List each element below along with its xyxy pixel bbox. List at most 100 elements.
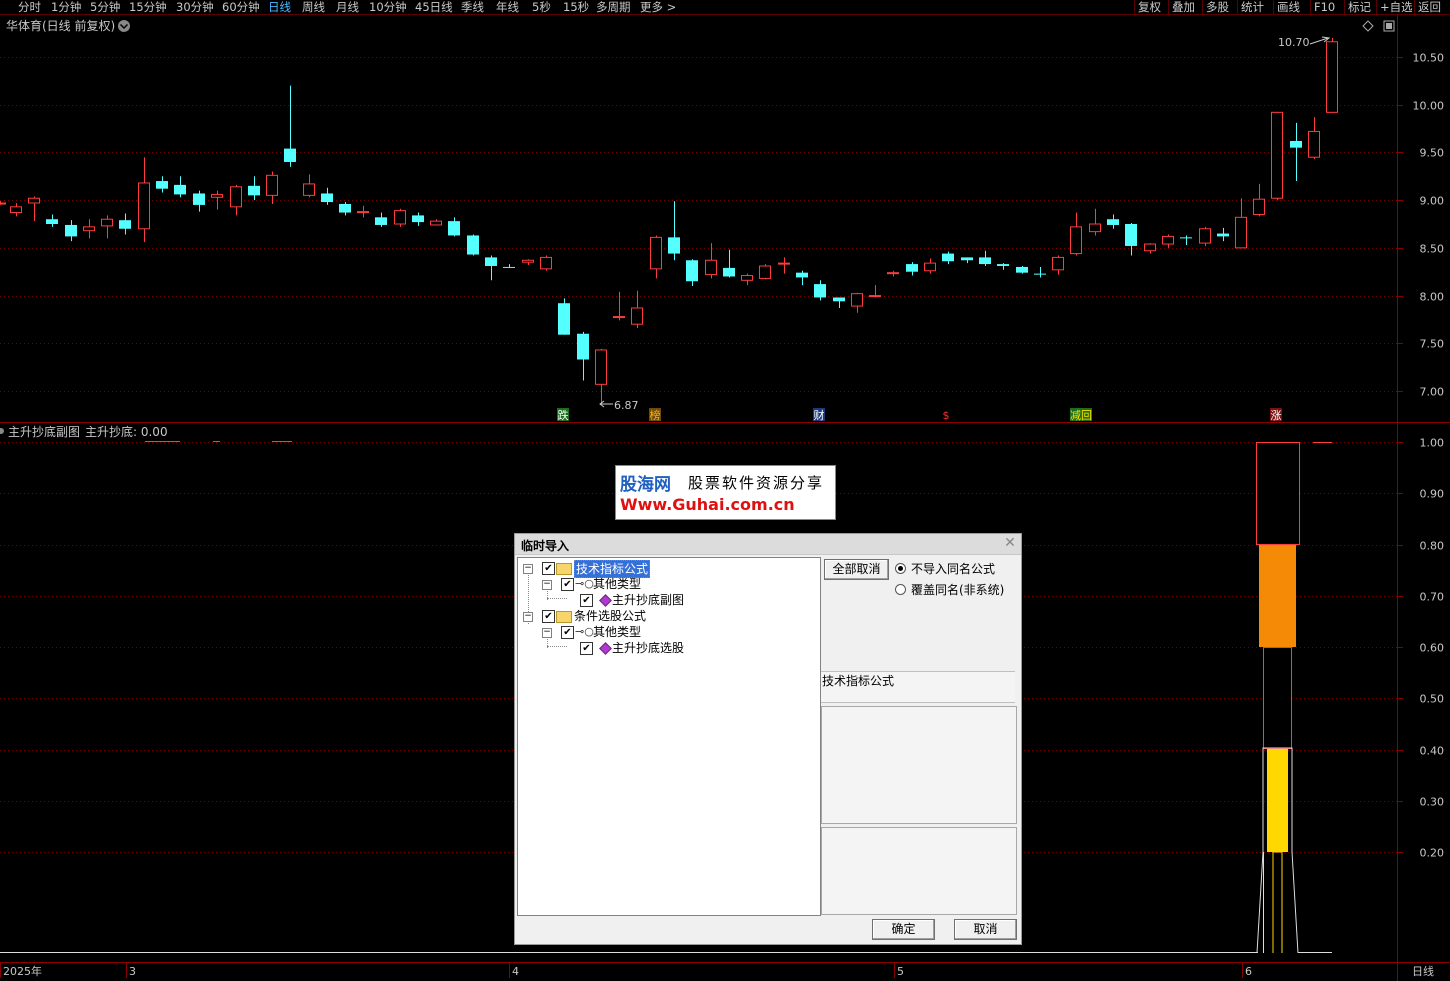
candle[interactable] [942,251,954,265]
period-tab[interactable]: 30分钟 [176,0,214,14]
candle[interactable] [522,259,534,266]
period-tab[interactable]: 1分钟 [51,0,81,14]
tree-node[interactable]: − ✔ ⊸○ 其他类型 [518,576,818,592]
candle[interactable] [1107,214,1119,229]
formula-tree[interactable]: − ✔ 技术指标公式 − ✔ ⊸○ 其他类型 ✔ 主升抄底副图 − ✔ 条件选股公式 − ✔ ⊸○ 其他类型 ✔… [517,557,821,916]
overwrite-radio[interactable] [895,584,906,595]
candle[interactable] [65,220,77,242]
period-tab[interactable]: 周线 [302,0,325,14]
candle[interactable] [138,157,150,243]
toolbar-button[interactable]: F10 [1314,0,1335,14]
candle[interactable] [1070,212,1082,256]
collapse-icon[interactable]: − [523,612,533,622]
period-tab[interactable]: 月线 [336,0,359,14]
candle[interactable] [394,208,406,227]
event-marker[interactable]: 财 [813,408,825,422]
period-tab[interactable]: 45日线 [415,0,453,14]
candle[interactable] [924,258,936,274]
toolbar-button[interactable]: 叠加 [1172,0,1195,14]
candle[interactable] [595,349,607,404]
candle[interactable] [357,205,369,218]
candle[interactable] [814,280,826,301]
candle[interactable] [833,297,845,308]
period-tab[interactable]: 季线 [461,0,484,14]
candle[interactable] [503,264,515,268]
candle[interactable] [1271,111,1283,201]
period-tab[interactable]: 5秒 [532,0,551,14]
candle[interactable] [174,176,186,198]
candle[interactable] [10,203,22,217]
candle[interactable] [430,219,442,226]
collapse-icon[interactable]: − [542,580,552,590]
candle[interactable] [961,257,973,264]
candle[interactable] [339,202,351,216]
tree-node[interactable]: − ✔ 条件选股公式 [518,608,818,624]
no-import-radio[interactable] [895,563,906,574]
candle[interactable] [759,264,771,280]
candle[interactable] [540,255,552,271]
expand-icon[interactable] [1383,20,1395,32]
candle[interactable] [284,85,296,167]
period-tab[interactable]: 多周期 [596,0,631,14]
candle[interactable] [1235,198,1247,249]
candle[interactable] [1016,265,1028,274]
event-marker[interactable]: 减回 [1070,408,1092,422]
candle[interactable] [1125,223,1137,256]
period-tab[interactable]: 日线 [268,0,291,14]
tree-checkbox[interactable]: ✔ [580,642,593,655]
candle[interactable] [1162,234,1174,248]
candle[interactable] [119,213,131,235]
formula-params-box[interactable] [821,827,1017,915]
candle[interactable] [686,259,698,287]
ok-button[interactable]: 确定 [872,919,935,940]
toolbar-button[interactable]: 多股 [1206,0,1229,14]
collapse-icon[interactable]: − [542,628,552,638]
candle[interactable] [156,176,168,193]
toolbar-button[interactable]: 画线 [1277,0,1300,14]
dialog-titlebar[interactable]: 临时导入 ✕ [515,534,1021,555]
candle[interactable] [577,331,589,381]
period-tab[interactable]: 15分钟 [129,0,167,14]
candle[interactable] [448,217,460,237]
candle[interactable] [668,201,680,261]
candle[interactable] [997,263,1009,270]
candle[interactable] [869,285,881,298]
chevron-down-icon[interactable] [118,20,130,32]
candle[interactable] [1034,266,1046,278]
tree-node[interactable]: − ✔ ⊸○ 其他类型 [518,624,818,640]
candle[interactable] [1199,226,1211,246]
tree-node[interactable]: ✔ 主升抄底选股 [518,640,818,656]
candle[interactable] [1290,122,1302,182]
formula-description-box[interactable] [821,706,1017,824]
candle[interactable] [0,201,6,205]
candle[interactable] [230,184,242,216]
candle[interactable] [485,255,497,281]
candle[interactable] [1089,208,1101,236]
event-marker[interactable]: 跌 [557,408,569,422]
tree-node[interactable]: − ✔ 技术指标公式 [518,560,818,578]
candle[interactable] [412,212,424,226]
candle[interactable] [741,273,753,286]
candle[interactable] [1217,227,1229,242]
candle[interactable] [723,249,735,278]
candle[interactable] [851,292,863,313]
tree-checkbox[interactable]: ✔ [561,578,574,591]
candle[interactable] [1180,235,1192,245]
candle[interactable] [375,212,387,227]
candle[interactable] [1326,37,1338,113]
tree-checkbox[interactable]: ✔ [580,594,593,607]
candle[interactable] [248,176,260,201]
candle[interactable] [28,196,40,222]
event-marker[interactable]: 涨 [1270,408,1282,422]
candle[interactable] [46,214,58,227]
candle[interactable] [705,243,717,279]
candle[interactable] [101,215,113,239]
diamond-tool-icon[interactable] [1362,20,1374,32]
event-marker[interactable]: $ [940,408,952,422]
period-tab[interactable]: 分时 [18,0,41,14]
tree-checkbox[interactable]: ✔ [542,562,555,575]
toolbar-button[interactable]: 返回 [1418,0,1441,14]
candle[interactable] [558,298,570,335]
candle[interactable] [979,250,991,266]
cancel-all-button[interactable]: 全部取消 [824,559,889,580]
